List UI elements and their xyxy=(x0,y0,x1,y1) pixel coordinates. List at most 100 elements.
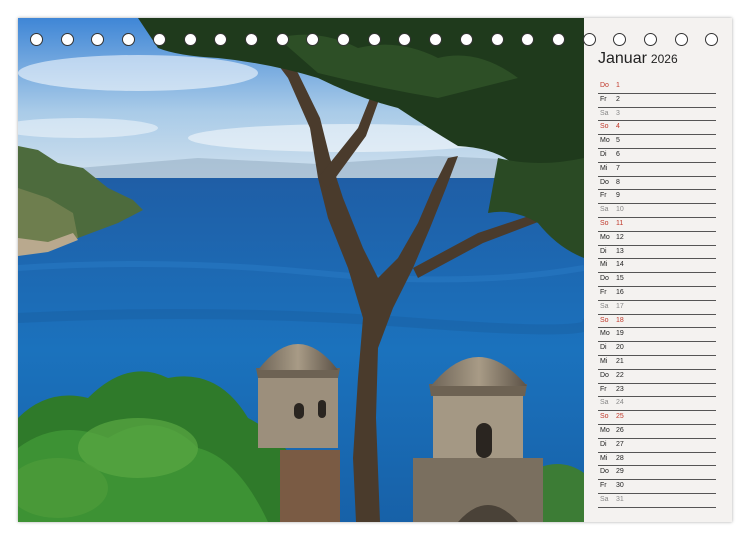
weekday-label: Sa xyxy=(600,302,609,310)
photo-ravello-coast xyxy=(18,18,584,522)
day-row: Fr 9 xyxy=(598,189,716,205)
binder-ring xyxy=(367,33,381,46)
day-number: 24 xyxy=(616,399,624,407)
day-row: Mo 26 xyxy=(598,424,716,439)
day-number: 20 xyxy=(616,344,624,352)
binder-ring xyxy=(122,33,136,46)
day-row: Fr 30 xyxy=(598,479,716,494)
day-number: 11 xyxy=(616,220,624,227)
day-row: Di 27 xyxy=(598,438,716,453)
day-row: Mi 21 xyxy=(598,355,716,370)
day-number: 10 xyxy=(616,206,624,214)
day-row: Do 8 xyxy=(598,176,716,191)
binder-ring xyxy=(244,33,258,46)
weekday-label: Fr xyxy=(600,385,607,393)
binder-ring xyxy=(60,33,74,46)
day-row: Do 15 xyxy=(598,272,716,287)
day-number: 17 xyxy=(616,302,624,310)
binder-ring xyxy=(275,33,289,46)
day-number: 3 xyxy=(616,109,620,117)
day-row: Fr 2 xyxy=(598,93,716,108)
weekday-label: Di xyxy=(600,247,607,255)
day-row: Sa 17 xyxy=(598,300,716,315)
weekday-label: Mo xyxy=(600,137,610,145)
weekday-label: Sa xyxy=(600,496,609,503)
day-number: 26 xyxy=(616,427,624,434)
day-row: Mo 19 xyxy=(598,327,716,343)
calendar-page: Januar 2026 Do 1 Fr 2 Sa 3 So 4 Mo 5 Di 6 Mi 7 Do 8 Fr 9 Sa… xyxy=(18,18,732,522)
day-number: 5 xyxy=(616,137,620,145)
binder-ring xyxy=(429,33,443,46)
weekday-label: Sa xyxy=(600,206,609,214)
day-row: Mi 7 xyxy=(598,162,716,177)
weekday-label: Fr xyxy=(600,95,607,103)
day-number: 25 xyxy=(616,413,624,421)
day-number: 1 xyxy=(616,82,620,89)
binder-ring xyxy=(337,33,350,46)
day-number: 28 xyxy=(616,454,624,462)
binder-ring xyxy=(674,33,688,46)
day-row: Sa 24 xyxy=(598,396,716,412)
day-number: 19 xyxy=(616,330,624,338)
binder-ring xyxy=(521,33,535,46)
binder-rings xyxy=(30,33,720,47)
day-row: Mi 14 xyxy=(598,258,716,274)
weekday-label: Mo xyxy=(600,330,610,338)
month-title: Januar 2026 xyxy=(598,50,678,68)
day-row: So 25 xyxy=(598,410,716,425)
weekday-label: Do xyxy=(600,371,609,379)
binder-ring xyxy=(30,33,43,46)
weekday-label: Fr xyxy=(600,289,607,296)
day-row: So 11 xyxy=(598,217,716,232)
weekday-label: So xyxy=(600,413,609,421)
weekday-label: Fr xyxy=(600,482,607,490)
weekday-label: Mi xyxy=(600,261,608,269)
weekday-label: Mo xyxy=(600,427,610,434)
day-row: Sa 10 xyxy=(598,203,716,218)
day-row: Mi 28 xyxy=(598,452,716,467)
weekday-label: Mi xyxy=(600,358,608,365)
weekday-label: Di xyxy=(600,344,607,352)
binder-ring xyxy=(398,33,412,46)
binder-ring xyxy=(306,33,320,46)
binder-ring xyxy=(582,33,596,46)
weekday-label: Mi xyxy=(600,454,608,462)
day-number: 27 xyxy=(616,440,624,448)
binder-ring xyxy=(613,33,627,46)
binder-ring xyxy=(644,33,657,46)
binder-ring xyxy=(490,33,504,46)
binder-ring xyxy=(152,33,166,46)
day-number: 13 xyxy=(616,247,624,255)
day-number: 15 xyxy=(616,275,624,283)
day-row: Di 6 xyxy=(598,148,716,163)
weekday-label: Mo xyxy=(600,233,610,241)
day-number: 29 xyxy=(616,468,624,476)
day-number: 7 xyxy=(616,164,620,172)
landscape-image xyxy=(18,18,584,522)
day-number: 6 xyxy=(616,151,620,158)
binder-ring xyxy=(551,33,565,46)
day-row: Mo 5 xyxy=(598,134,716,149)
day-number: 8 xyxy=(616,178,620,186)
weekday-label: Do xyxy=(600,178,609,186)
binder-ring xyxy=(459,33,473,46)
binder-ring xyxy=(705,33,719,46)
weekday-label: Do xyxy=(600,468,609,476)
day-number: 22 xyxy=(616,371,624,379)
day-number: 30 xyxy=(616,482,624,490)
weekday-label: So xyxy=(600,220,609,227)
day-row: Do 1 xyxy=(598,79,716,94)
weekday-label: Do xyxy=(600,275,609,283)
day-number: 4 xyxy=(616,123,620,131)
day-number: 14 xyxy=(616,261,624,269)
weekday-label: Di xyxy=(600,440,607,448)
weekday-label: Di xyxy=(600,151,607,158)
day-row: Mo 12 xyxy=(598,231,716,246)
day-row: Fr 23 xyxy=(598,383,716,398)
weekday-label: So xyxy=(600,316,609,324)
day-row: So 18 xyxy=(598,314,716,329)
year-label: 2026 xyxy=(650,52,678,66)
binder-ring xyxy=(214,33,228,46)
weekday-label: Sa xyxy=(600,399,609,407)
day-number: 2 xyxy=(616,95,620,103)
